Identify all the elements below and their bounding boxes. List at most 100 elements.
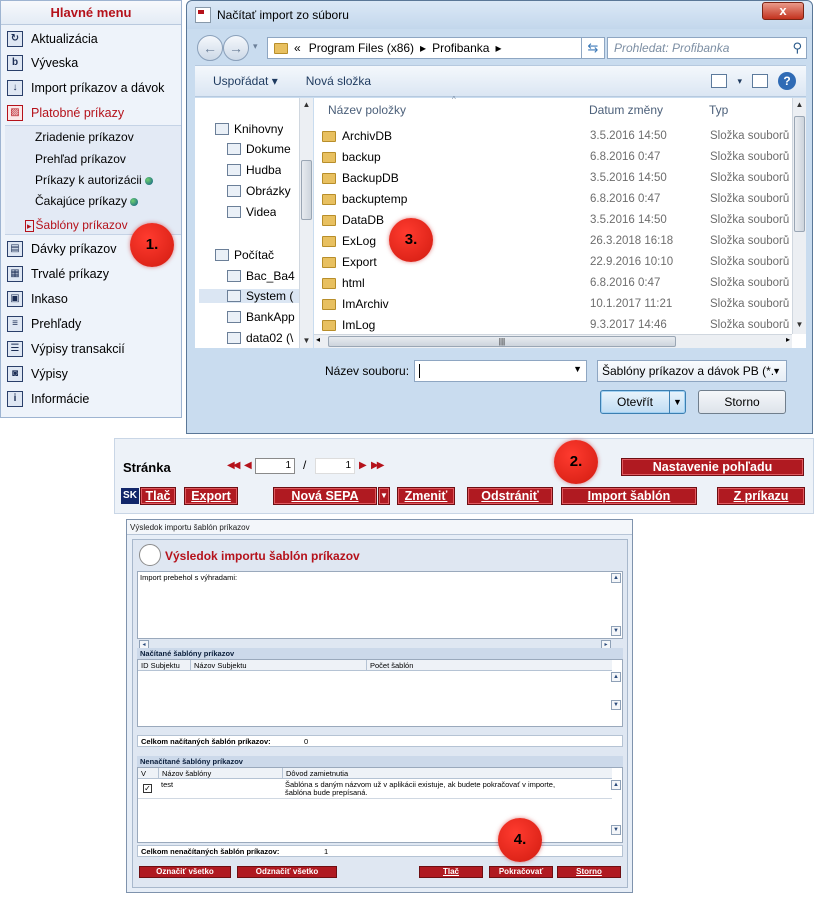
column-type[interactable]: Typ [709,103,728,117]
file-row[interactable]: BackupDB 3.5.2016 14:50 Složka souborů [314,168,790,189]
tree-item-obrazky[interactable]: Obrázky [227,184,309,198]
file-row[interactable]: ImArchiv 10.1.2017 11:21 Složka souborů [314,294,790,315]
new-sepa-button[interactable]: Nová SEPA [273,487,377,505]
menu-item-import[interactable]: ↓ Import príkazov a dávok [1,76,181,100]
new-folder-button[interactable]: Nová složka [306,74,371,88]
submenu-item-prehlad[interactable]: Prehľad príkazov [35,149,126,169]
refresh-button[interactable]: ⇆ [581,37,605,59]
continue-button[interactable]: Pokračovať [489,866,553,878]
prev-page-icon[interactable]: ◀ [244,460,252,471]
tree-item-drive[interactable]: System ( [199,289,309,303]
tree-item-hudba[interactable]: Hudba [227,163,281,177]
next-page-icon[interactable]: ▶ [359,460,367,471]
import-templates-button[interactable]: Import šablón [561,487,697,505]
remove-button[interactable]: Odstrániť [467,487,553,505]
scroll-up-icon[interactable]: ▲ [300,98,313,112]
open-button[interactable]: Otevřít ▼ [600,390,686,414]
scroll-thumb[interactable] [794,116,805,232]
print-button[interactable]: Tlač [140,487,176,505]
chevron-down-icon[interactable]: ▼ [573,364,582,374]
menu-item-informacie[interactable]: i Informácie [1,387,181,411]
file-row[interactable]: ImLog 9.3.2017 14:46 Složka souborů [314,315,790,336]
language-badge[interactable]: SK [121,488,139,504]
file-row[interactable]: backup 6.8.2016 0:47 Složka souborů [314,147,790,168]
filename-input[interactable]: ▼ [414,360,587,382]
change-button[interactable]: Zmeniť [397,487,455,505]
back-button[interactable]: ← [197,35,223,61]
file-row[interactable]: DataDB 3.5.2016 14:50 Složka souborů [314,210,790,231]
organize-button[interactable]: Uspořádat ▾ [213,74,278,88]
submenu-item-zriadenie[interactable]: Zriadenie príkazov [35,127,134,147]
breadcrumb-program-files[interactable]: Program Files (x86) [309,41,414,55]
chevron-down-icon[interactable]: ▾ [737,76,742,87]
scroll-down-icon[interactable]: ▼ [793,318,806,332]
scroll-up-icon[interactable]: ▲ [611,573,621,583]
submenu-item-sablony[interactable]: ▸ Šablóny príkazov [25,215,128,235]
cancel-button[interactable]: Storno [557,866,621,878]
scroll-right-icon[interactable]: ▸ [786,335,790,344]
file-row[interactable]: backuptemp 6.8.2016 0:47 Složka souborů [314,189,790,210]
view-settings-button[interactable]: Nastavenie pohľadu [621,458,804,476]
menu-item-prehlady[interactable]: ≡ Prehľady [1,312,181,336]
last-page-icon[interactable]: ▶▶ [371,460,384,471]
first-page-icon[interactable]: ◀◀ [227,460,240,471]
export-button[interactable]: Export [184,487,238,505]
page-current-input[interactable]: 1 [255,458,295,474]
menu-item-vypisy[interactable]: ◙ Výpisy [1,362,181,386]
cancel-button[interactable]: Storno [698,390,786,414]
row-checkbox[interactable]: ✓ [143,784,152,793]
scroll-up-icon[interactable]: ▲ [793,98,806,112]
search-input[interactable]: Prohledat: Profibanka ⚲ [607,37,807,59]
from-order-button[interactable]: Z príkazu [717,487,805,505]
scroll-down-icon[interactable]: ▼ [611,825,621,835]
preview-pane-icon[interactable] [752,74,768,88]
menu-item-vyveska[interactable]: b Výveska [1,51,181,75]
address-bar[interactable]: « Program Files (x86) ▸ Profibanka ▸ [267,37,585,59]
help-icon[interactable]: ? [778,72,796,90]
menu-item-inkaso[interactable]: ▣ Inkaso [1,287,181,311]
menu-item-platobne-prikazy[interactable]: ▨ Platobné príkazy [1,101,181,125]
menu-item-vypisy-transakcii[interactable]: ☰ Výpisy transakcií [1,337,181,361]
scroll-left-icon[interactable]: ◂ [316,335,320,344]
tree-item-videa[interactable]: Videa [227,205,276,219]
menu-item-aktualizacia[interactable]: ↻ Aktualizácia [1,27,181,51]
file-row[interactable]: ExLog 26.3.2018 16:18 Složka souborů [314,231,790,252]
menu-item-label: Výpisy [31,367,68,381]
chevron-down-icon[interactable]: ▼ [378,487,390,505]
table-row[interactable]: ✓ test Šablóna s daným názvom už v aplik… [138,779,612,799]
tree-item-drive[interactable]: Bac_Ba4 [227,269,309,283]
forward-button[interactable]: → [223,35,249,61]
file-row[interactable]: Export 22.9.2016 10:10 Složka souborů [314,252,790,273]
history-dropdown-icon[interactable]: ▾ [253,41,258,52]
close-button[interactable]: x [762,2,804,20]
breadcrumb-profibanka[interactable]: Profibanka [432,41,489,55]
file-list-hscrollbar[interactable]: ◂ ||| ▸ [314,334,792,348]
result-message-box[interactable]: Import prebehol s výhradami: ▲ ▼ ◂ ▸ [137,571,623,650]
scroll-up-icon[interactable]: ▲ [611,672,621,682]
tree-item-drive[interactable]: data02 (\ [227,331,305,345]
select-all-button[interactable]: Označiť všetko [139,866,231,878]
deselect-all-button[interactable]: Odznačiť všetko [237,866,337,878]
scroll-down-icon[interactable]: ▼ [300,334,313,348]
tree-item-drive[interactable]: BankApp [227,310,309,324]
file-list-scrollbar[interactable]: ▲ ▼ [792,98,806,334]
file-row[interactable]: html 6.8.2016 0:47 Složka souborů [314,273,790,294]
tree-item-knihovny[interactable]: Knihovny [215,122,283,136]
print-button[interactable]: Tlač [419,866,483,878]
scroll-down-icon[interactable]: ▼ [611,626,621,636]
file-row[interactable]: ArchivDB 3.5.2016 14:50 Složka souborů [314,126,790,147]
open-dropdown-icon[interactable]: ▼ [669,391,685,413]
submenu-item-autorizacia[interactable]: Príkazy k autorizácii [35,170,153,190]
tree-item-pocitac[interactable]: Počítač [215,248,274,262]
scroll-thumb[interactable]: ||| [328,336,676,347]
filetype-select[interactable]: Šablóny príkazov a dávok PB (*. ▼ [597,360,787,382]
submenu-item-cakajuce[interactable]: Čakajúce príkazy [35,191,139,211]
column-name[interactable]: Název položky [328,103,406,117]
scroll-down-icon[interactable]: ▼ [611,700,621,710]
view-options-icon[interactable] [711,74,728,88]
tree-item-dokumenty[interactable]: Dokume [227,142,309,156]
scroll-thumb[interactable] [301,160,312,220]
column-date[interactable]: Datum změny [589,103,663,117]
tree-scrollbar[interactable]: ▲ ▼ [299,98,313,348]
scroll-up-icon[interactable]: ▲ [611,780,621,790]
